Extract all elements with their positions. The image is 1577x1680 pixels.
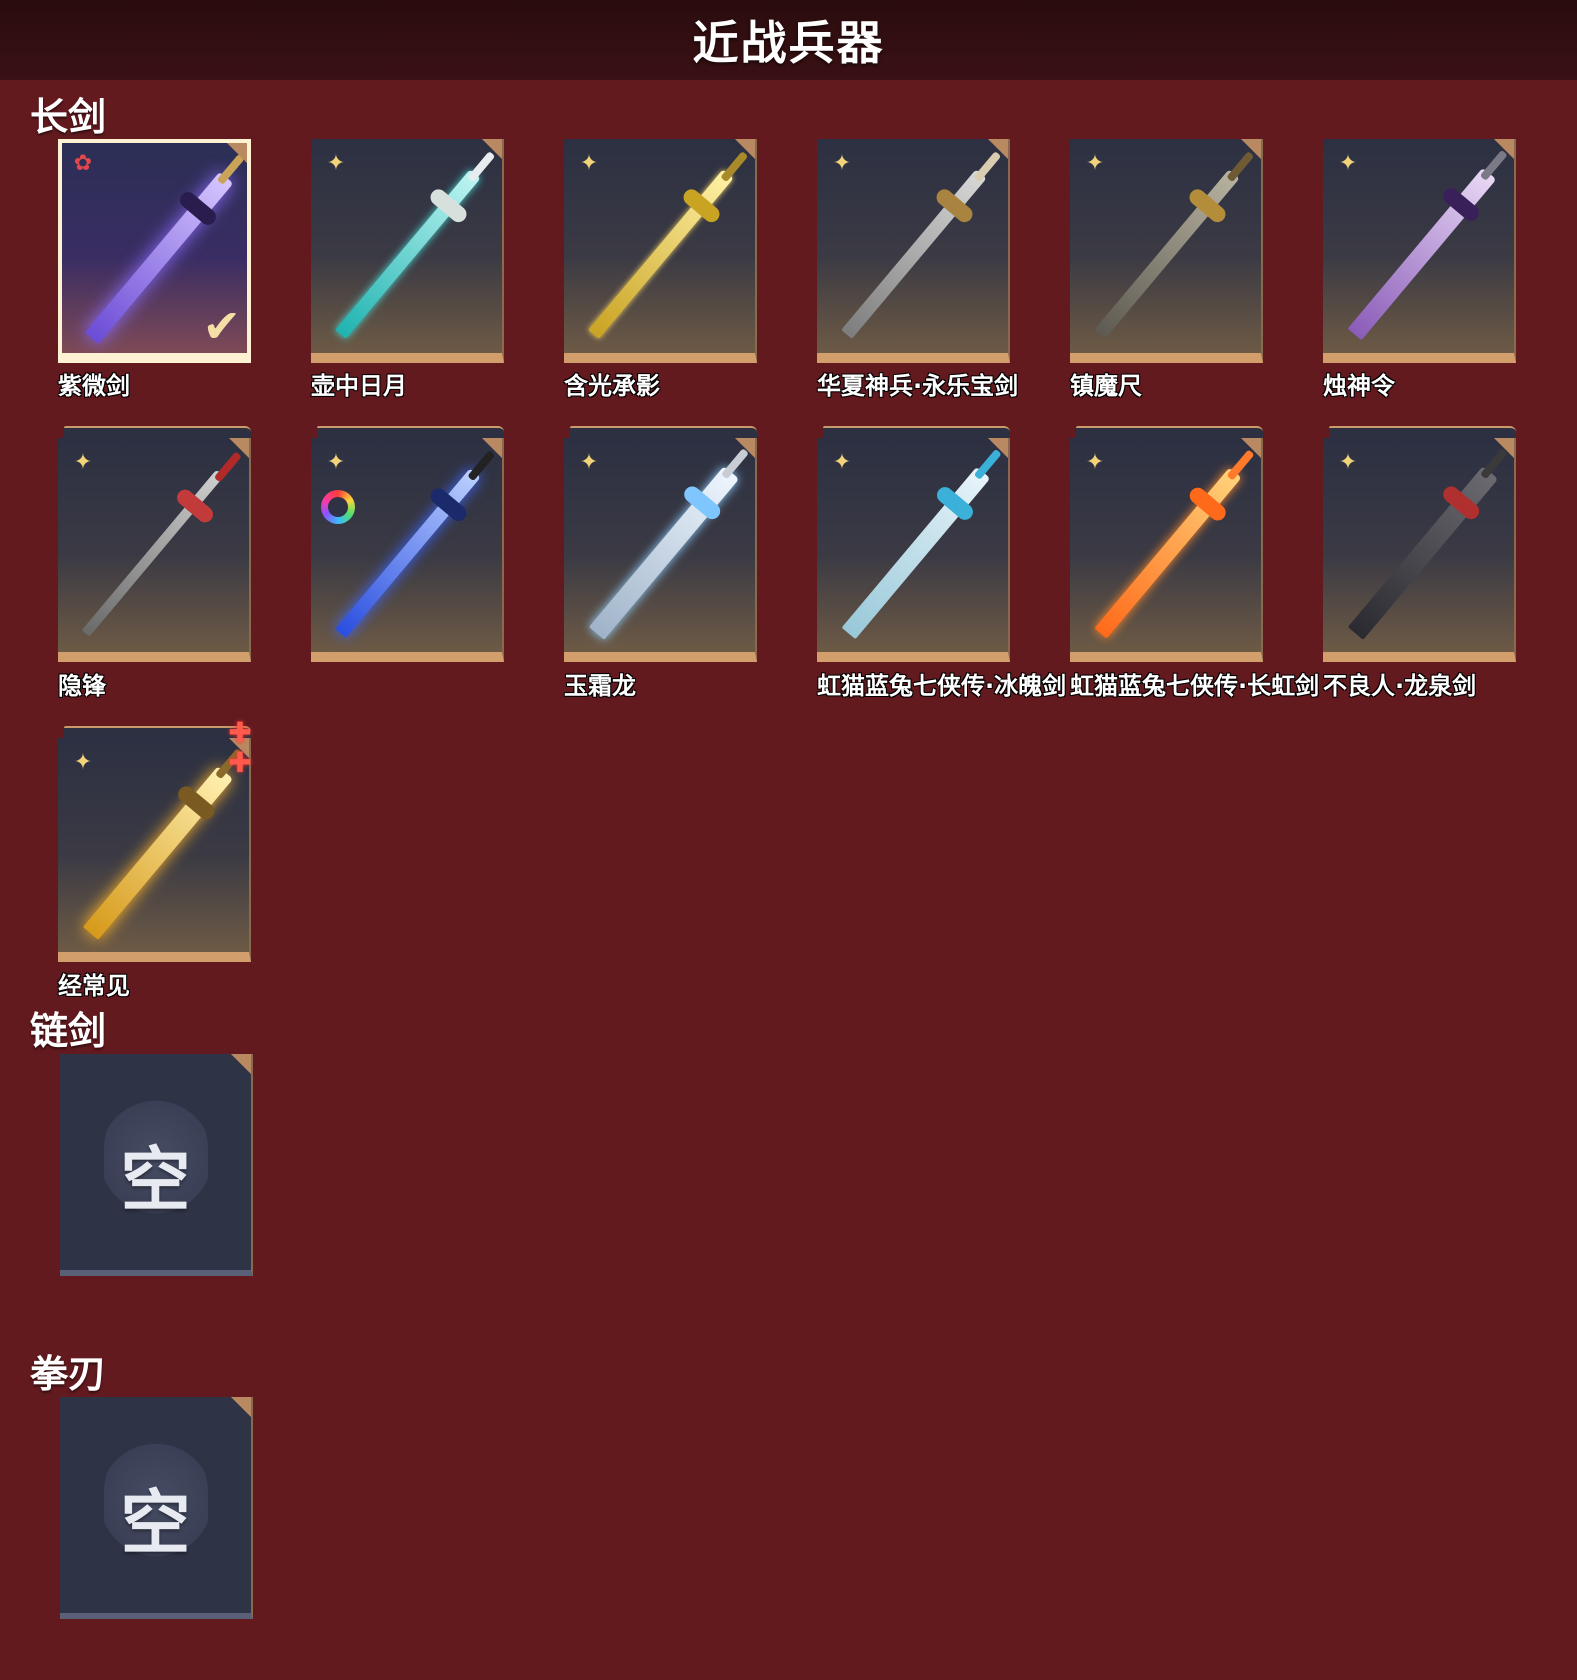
weapon-name: 不良人·龙泉剑 <box>1323 672 1477 700</box>
weapon-card[interactable]: ✦ <box>311 426 504 662</box>
gold-shuriken-quality-icon: ✦ <box>832 151 852 176</box>
gold-shuriken-quality-icon: ✦ <box>832 450 852 475</box>
weapon-name: 隐锋 <box>58 672 106 700</box>
weapon-card[interactable]: ✦ <box>1070 139 1263 363</box>
weapon-card[interactable]: ✦ <box>564 139 757 363</box>
gold-shuriken-quality-icon: ✦ <box>73 750 93 775</box>
weapon-name: 镇魔尺 <box>1070 372 1142 400</box>
red-plus-icon: ✚ <box>228 716 252 749</box>
header-bar: 近战兵器 <box>0 0 1577 80</box>
gold-shuriken-quality-icon: ✦ <box>73 450 93 475</box>
weapon-card[interactable]: ✦ <box>58 426 251 662</box>
gold-shuriken-quality-icon: ✦ <box>326 151 346 176</box>
rainbow-ring-icon <box>321 490 355 524</box>
weapon-card[interactable]: ✿ ✔ <box>58 139 251 363</box>
weapon-card[interactable]: ✦ ✚ ✚ <box>58 719 252 962</box>
section-title-fist-blade: 拳刃 <box>30 1352 107 1396</box>
empty-slot-card[interactable]: 空 <box>60 1397 253 1619</box>
weapon-name: 华夏神兵·永乐宝剑 <box>817 372 1019 400</box>
page-title: 近战兵器 <box>692 16 885 70</box>
weapon-card[interactable]: ✦ <box>1070 426 1263 662</box>
gold-shuriken-quality-icon: ✦ <box>1338 151 1358 176</box>
empty-slot-label: 空 <box>120 1482 191 1564</box>
weapon-card[interactable]: ✦ <box>564 426 757 662</box>
section-title-longsword: 长剑 <box>30 95 107 139</box>
weapon-name: 烛神令 <box>1323 372 1395 400</box>
gold-shuriken-quality-icon: ✦ <box>1085 151 1105 176</box>
weapon-card[interactable]: ✦ <box>817 426 1010 662</box>
weapon-name: 虹猫蓝兔七侠传·长虹剑 <box>1070 672 1320 700</box>
red-flower-quality-icon: ✿ <box>73 151 93 176</box>
weapon-card[interactable]: ✦ <box>1323 426 1516 662</box>
gold-shuriken-quality-icon: ✦ <box>579 151 599 176</box>
weapon-name: 玉霜龙 <box>564 672 636 700</box>
weapon-card[interactable]: ✦ <box>311 139 504 363</box>
weapon-name: 紫微剑 <box>58 372 130 400</box>
gold-shuriken-quality-icon: ✦ <box>1085 450 1105 475</box>
weapon-card[interactable]: ✦ <box>817 139 1010 363</box>
equipped-check-icon: ✔ <box>202 299 241 353</box>
empty-slot-label: 空 <box>120 1139 191 1221</box>
weapon-name: 经常见 <box>58 972 130 1000</box>
gold-shuriken-quality-icon: ✦ <box>579 450 599 475</box>
section-title-chain-sword: 链剑 <box>30 1009 107 1053</box>
weapon-name: 虹猫蓝兔七侠传·冰魄剑 <box>817 672 1067 700</box>
weapon-name: 含光承影 <box>564 372 660 400</box>
gold-shuriken-quality-icon: ✦ <box>1338 450 1358 475</box>
gold-shuriken-quality-icon: ✦ <box>326 450 346 475</box>
empty-slot-card[interactable]: 空 <box>60 1054 253 1276</box>
red-plus-icon: ✚ <box>228 746 252 779</box>
weapon-card[interactable]: ✦ <box>1323 139 1516 363</box>
weapon-name: 壶中日月 <box>311 372 407 400</box>
